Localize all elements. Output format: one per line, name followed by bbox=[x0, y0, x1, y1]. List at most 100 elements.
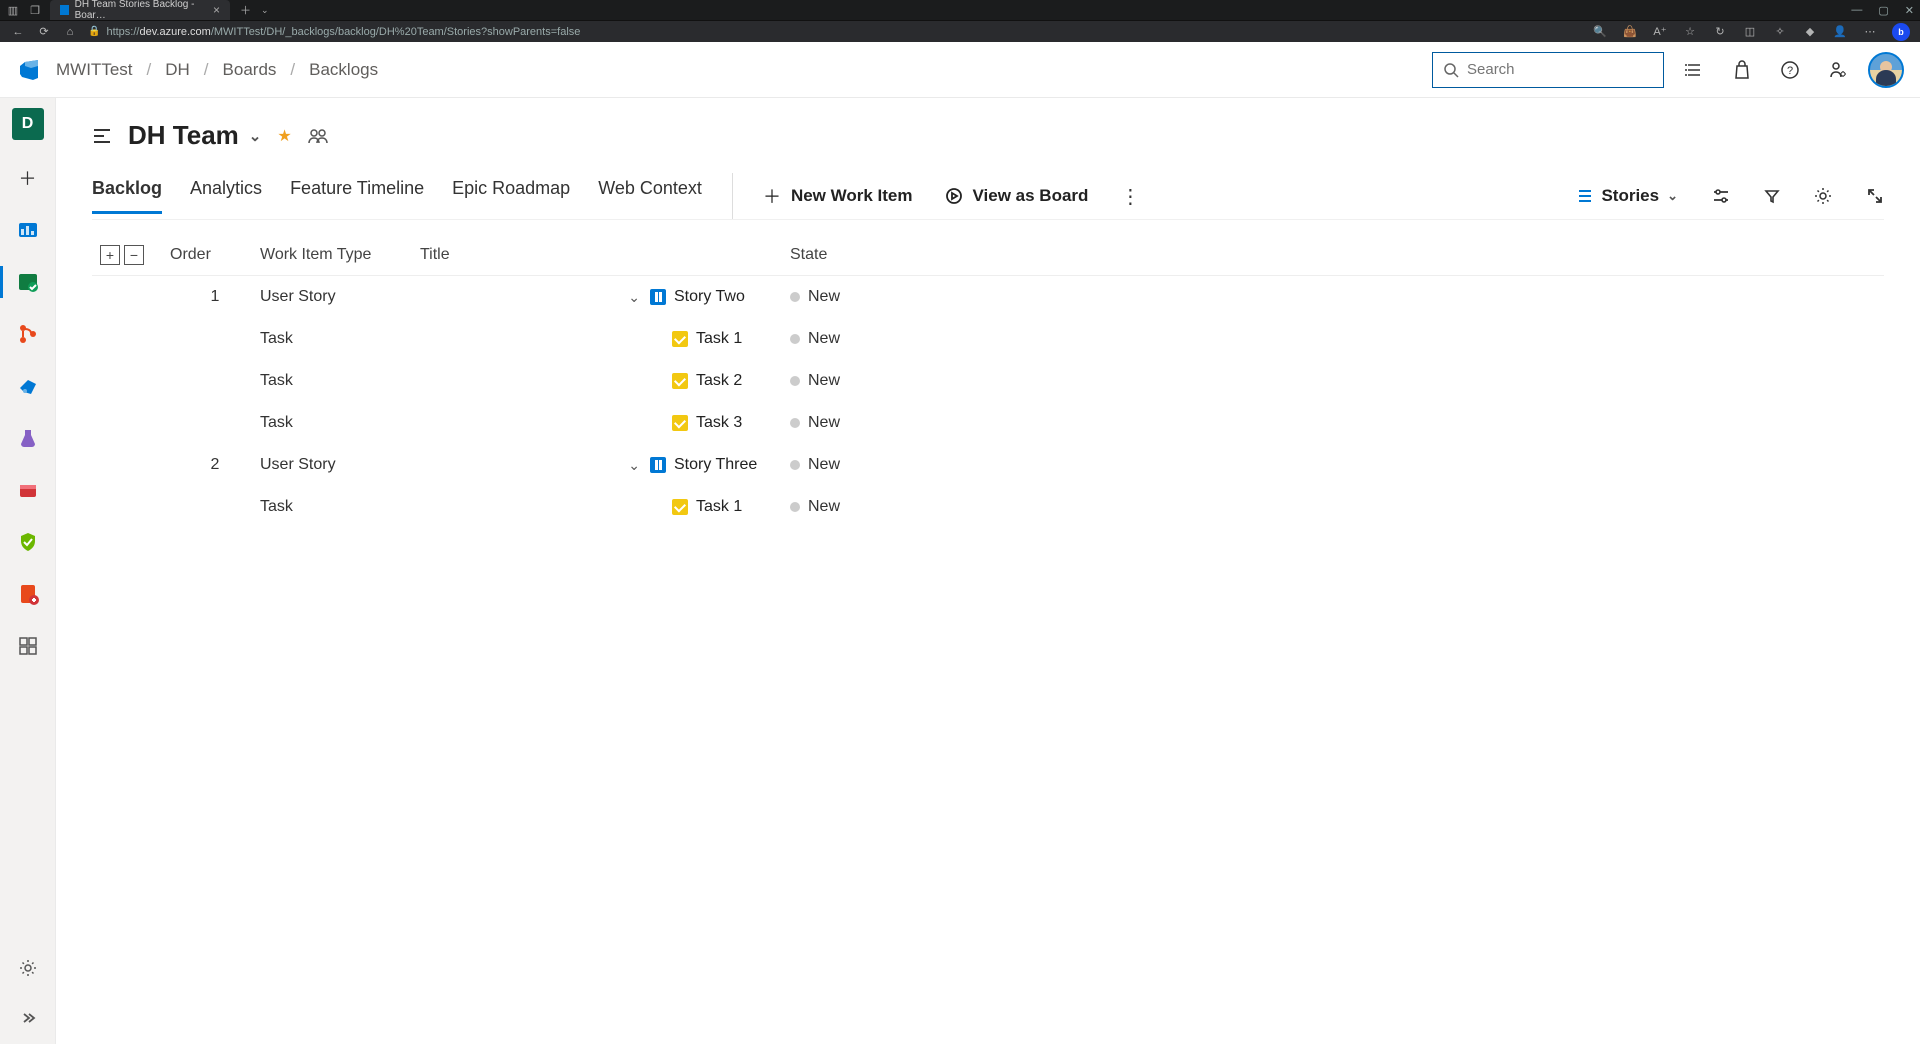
marketplace-icon[interactable] bbox=[1724, 52, 1760, 88]
extension1-icon[interactable]: ◆ bbox=[1802, 24, 1818, 40]
tab-overview-icon[interactable]: ❐ bbox=[28, 3, 42, 17]
breadcrumb-sep: / bbox=[290, 60, 295, 80]
close-tab-icon[interactable]: × bbox=[213, 3, 220, 17]
nav-boards-icon[interactable] bbox=[12, 266, 44, 298]
nav-pipelines-icon[interactable] bbox=[12, 370, 44, 402]
table-row[interactable]: 2User Story⌄Story ThreeNew bbox=[92, 444, 1884, 486]
nav-dashboards-icon[interactable] bbox=[12, 630, 44, 662]
window-menu-icon[interactable]: ▥ bbox=[6, 3, 20, 17]
refresh-icon[interactable]: ⟳ bbox=[36, 24, 52, 40]
column-order[interactable]: Order bbox=[170, 246, 260, 264]
column-options-icon[interactable] bbox=[1712, 188, 1730, 204]
row-expand-chevron-icon[interactable]: ⌄ bbox=[628, 289, 640, 306]
url-text: https://dev.azure.com/MWITTest/DH/_backl… bbox=[106, 26, 580, 38]
avatar[interactable] bbox=[1868, 52, 1904, 88]
tab-analytics[interactable]: Analytics bbox=[190, 178, 262, 214]
title-cell[interactable]: Task 3 bbox=[650, 414, 790, 432]
state-label: New bbox=[808, 288, 840, 306]
table-row[interactable]: TaskTask 1New bbox=[92, 486, 1884, 528]
title-cell[interactable]: Task 2 bbox=[650, 372, 790, 390]
search-box[interactable] bbox=[1432, 52, 1664, 88]
user-settings-icon[interactable] bbox=[1820, 52, 1856, 88]
close-window-icon[interactable]: ✕ bbox=[1905, 4, 1914, 17]
row-expand-chevron-icon[interactable]: ⌄ bbox=[628, 457, 640, 474]
tab-feature-timeline[interactable]: Feature Timeline bbox=[290, 178, 424, 214]
settings-icon[interactable] bbox=[1814, 187, 1832, 205]
browser-tab-title: DH Team Stories Backlog - Boar… bbox=[75, 0, 207, 21]
tab-actions-chevron[interactable]: ⌄ bbox=[261, 5, 269, 16]
lock-icon: 🔒 bbox=[88, 26, 100, 37]
tab-backlog[interactable]: Backlog bbox=[92, 178, 162, 214]
zoom-icon[interactable]: 🔍 bbox=[1592, 24, 1608, 40]
fullscreen-icon[interactable] bbox=[1866, 187, 1884, 205]
state-cell: New bbox=[790, 330, 910, 348]
help-icon[interactable]: ? bbox=[1772, 52, 1808, 88]
tab-epic-roadmap[interactable]: Epic Roadmap bbox=[452, 178, 570, 214]
nav-artifacts-icon[interactable] bbox=[12, 474, 44, 506]
backlog-level-dropdown[interactable]: Stories ⌄ bbox=[1577, 186, 1678, 206]
filter-icon[interactable] bbox=[1764, 188, 1780, 204]
column-state[interactable]: State bbox=[790, 246, 910, 264]
maximize-icon[interactable]: ▢ bbox=[1878, 4, 1888, 17]
type-cell: Task bbox=[260, 414, 400, 432]
breadcrumb-org[interactable]: MWITTest bbox=[56, 60, 133, 80]
breadcrumb-area[interactable]: Boards bbox=[223, 60, 277, 80]
nav-compliance-icon[interactable] bbox=[12, 526, 44, 558]
breadcrumb-project[interactable]: DH bbox=[165, 60, 190, 80]
state-label: New bbox=[808, 372, 840, 390]
project-settings-icon[interactable] bbox=[12, 952, 44, 984]
profile-icon[interactable]: 👤 bbox=[1832, 24, 1848, 40]
azure-devops-logo[interactable] bbox=[16, 56, 44, 84]
home-icon[interactable]: ⌂ bbox=[62, 24, 78, 40]
table-row[interactable]: TaskTask 3New bbox=[92, 402, 1884, 444]
work-item-title: Task 2 bbox=[696, 372, 742, 390]
tab-web-context[interactable]: Web Context bbox=[598, 178, 702, 214]
read-aloud-icon[interactable]: A⁺ bbox=[1652, 24, 1668, 40]
type-cell: Task bbox=[260, 330, 400, 348]
table-row[interactable]: TaskTask 2New bbox=[92, 360, 1884, 402]
more-actions-icon[interactable]: ⋮ bbox=[1120, 184, 1140, 209]
back-icon[interactable]: ← bbox=[10, 24, 26, 40]
new-item-button[interactable]: ＋ bbox=[12, 162, 44, 194]
column-title[interactable]: Title bbox=[420, 246, 790, 264]
bing-chat-icon[interactable]: b bbox=[1892, 23, 1910, 41]
shopping-icon[interactable]: 👜 bbox=[1622, 24, 1638, 40]
new-tab-button[interactable]: ＋ bbox=[240, 2, 251, 18]
table-row[interactable]: 1User Story⌄Story TwoNew bbox=[92, 276, 1884, 318]
nav-overview-icon[interactable] bbox=[12, 214, 44, 246]
nav-testplans-icon[interactable] bbox=[12, 422, 44, 454]
task-icon bbox=[672, 499, 688, 515]
title-cell[interactable]: Task 1 bbox=[650, 330, 790, 348]
favorite-star-icon[interactable]: ★ bbox=[277, 126, 291, 146]
team-picker[interactable]: DH Team ⌄ bbox=[128, 120, 261, 151]
new-work-item-button[interactable]: ＋ New Work Item bbox=[763, 183, 913, 209]
collapse-all-button[interactable]: − bbox=[124, 245, 144, 265]
team-members-icon[interactable] bbox=[308, 128, 328, 144]
table-row[interactable]: Task Task 1New bbox=[92, 318, 1884, 360]
split-icon[interactable]: ◫ bbox=[1742, 24, 1758, 40]
project-avatar[interactable]: D bbox=[12, 108, 44, 140]
user-story-icon bbox=[650, 457, 666, 473]
search-input[interactable] bbox=[1467, 61, 1653, 78]
nav-wiki-icon[interactable] bbox=[12, 578, 44, 610]
expand-all-button[interactable]: + bbox=[100, 245, 120, 265]
browser-tab[interactable]: DH Team Stories Backlog - Boar… × bbox=[50, 0, 230, 20]
breadcrumb-page[interactable]: Backlogs bbox=[309, 60, 378, 80]
work-items-icon[interactable] bbox=[1676, 52, 1712, 88]
nav-repos-icon[interactable] bbox=[12, 318, 44, 350]
address-bar[interactable]: 🔒 https://dev.azure.com/MWITTest/DH/_bac… bbox=[88, 26, 1582, 38]
order-cell: 2 bbox=[170, 456, 260, 474]
favorite-icon[interactable]: ☆ bbox=[1682, 24, 1698, 40]
toggle-side-panel-icon[interactable] bbox=[92, 127, 112, 145]
column-type[interactable]: Work Item Type bbox=[260, 246, 400, 264]
plus-icon: ＋ bbox=[763, 183, 781, 209]
view-as-board-button[interactable]: View as Board bbox=[945, 186, 1089, 206]
title-cell[interactable]: Story Three bbox=[650, 456, 790, 474]
collections-icon[interactable]: ✧ bbox=[1772, 24, 1788, 40]
minimize-icon[interactable]: — bbox=[1851, 4, 1862, 17]
more-icon[interactable]: ⋯ bbox=[1862, 24, 1878, 40]
title-cell[interactable]: Task 1 bbox=[650, 498, 790, 516]
title-cell[interactable]: Story Two bbox=[650, 288, 790, 306]
expand-nav-icon[interactable] bbox=[12, 1002, 44, 1034]
sync-icon[interactable]: ↻ bbox=[1712, 24, 1728, 40]
